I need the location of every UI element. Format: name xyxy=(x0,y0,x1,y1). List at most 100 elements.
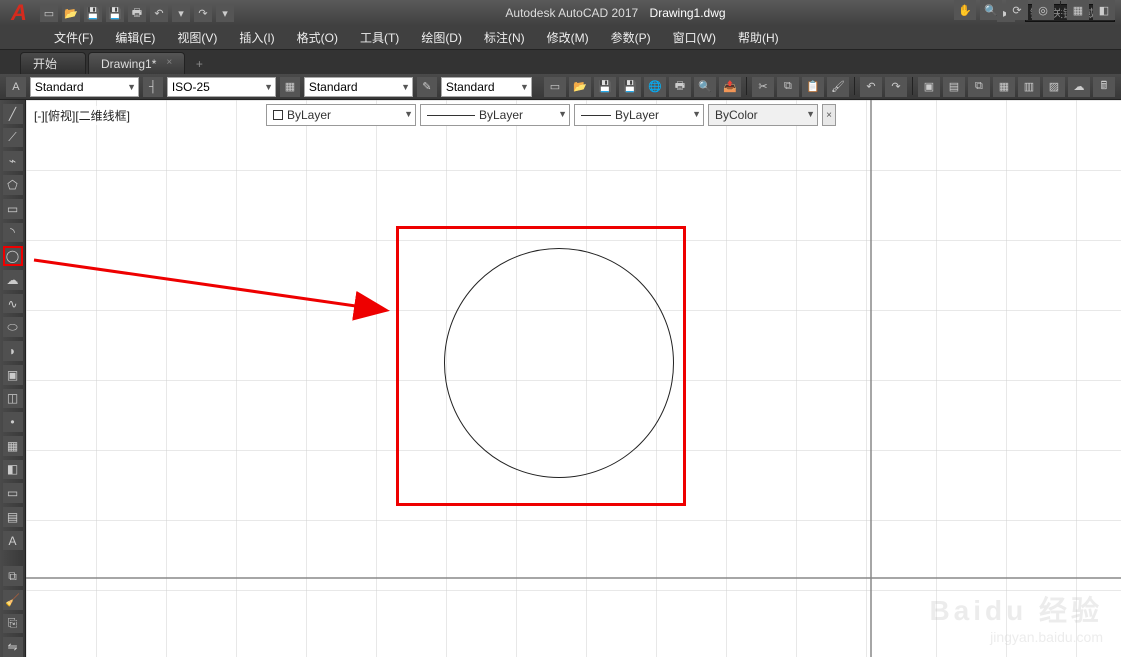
tab-add[interactable]: + xyxy=(187,54,211,74)
cut-icon[interactable]: ✂ xyxy=(752,77,774,97)
save2-icon[interactable]: 💾 xyxy=(594,77,616,97)
tablestyle-icon[interactable]: ▦ xyxy=(280,77,300,97)
markup-icon[interactable]: ☁ xyxy=(1068,77,1090,97)
textstyle-icon[interactable]: A xyxy=(6,77,26,97)
mleaderstyle-combo[interactable]: Standard ▼ xyxy=(441,77,532,97)
layer-color-value: ByLayer xyxy=(287,108,331,122)
mtext-icon[interactable]: A xyxy=(3,531,23,551)
spline-icon[interactable]: ∿ xyxy=(3,294,23,314)
tablestyle-combo[interactable]: Standard ▼ xyxy=(304,77,413,97)
hatch-icon[interactable]: ▦ xyxy=(3,436,23,456)
revcloud-icon[interactable]: ☁ xyxy=(3,270,23,290)
web-icon[interactable]: 🌐 xyxy=(644,77,666,97)
menu-format[interactable]: 格式(O) xyxy=(287,27,348,48)
menu-window[interactable]: 窗口(W) xyxy=(663,27,726,48)
redo3-icon[interactable]: ↷ xyxy=(885,77,907,97)
separator xyxy=(746,77,747,95)
textstyle-combo[interactable]: Standard ▼ xyxy=(30,77,139,97)
mleaderstyle-icon[interactable]: ✎ xyxy=(417,77,437,97)
menu-file[interactable]: 文件(F) xyxy=(44,27,103,48)
polygon-icon[interactable]: ⬠ xyxy=(3,175,23,195)
copy2-icon[interactable]: ⎘ xyxy=(3,614,23,634)
point-icon[interactable]: • xyxy=(3,412,23,432)
drawing-canvas[interactable]: [-][俯视][二维线框] ByLayer ▼ ByLayer ▼ ByLaye… xyxy=(26,100,1121,657)
menu-insert[interactable]: 插入(I) xyxy=(229,27,284,48)
gradient-icon[interactable]: ◧ xyxy=(3,460,23,480)
calc-icon[interactable]: 🖩 xyxy=(1093,77,1115,97)
tab-start[interactable]: 开始 xyxy=(20,52,86,74)
paste-icon[interactable]: 📋 xyxy=(802,77,824,97)
menu-view[interactable]: 视图(V) xyxy=(167,27,227,48)
menu-parametric[interactable]: 参数(P) xyxy=(601,27,661,48)
block-icon[interactable]: ▣ xyxy=(3,365,23,385)
saveas2-icon[interactable]: 💾 xyxy=(619,77,641,97)
arc-icon[interactable]: ◝ xyxy=(3,223,23,243)
table-icon[interactable]: ▤ xyxy=(3,507,23,527)
preview-icon[interactable]: 🔍 xyxy=(694,77,716,97)
view-state-label[interactable]: [-][俯视][二维线框] xyxy=(32,106,132,125)
save-icon[interactable]: 💾 xyxy=(84,4,102,22)
chevron-down-icon: ▼ xyxy=(401,82,410,92)
propbar-close-icon[interactable]: × xyxy=(822,104,836,126)
linetype-combo[interactable]: ByLayer ▼ xyxy=(420,104,570,126)
new-icon[interactable]: ▭ xyxy=(40,4,58,22)
redo-menu-icon[interactable]: ▾ xyxy=(216,4,234,22)
dimstyle-combo[interactable]: ISO-25 ▼ xyxy=(167,77,276,97)
region-icon[interactable]: ▭ xyxy=(3,483,23,503)
undo-icon[interactable]: ↶ xyxy=(150,4,168,22)
addselect-icon[interactable]: ⧉ xyxy=(3,566,23,586)
dimstyle-icon[interactable]: ┤ xyxy=(143,77,163,97)
layout-icon[interactable]: ▤ xyxy=(943,77,965,97)
modelspace-icon[interactable]: ▣ xyxy=(918,77,940,97)
menu-dimension[interactable]: 标注(N) xyxy=(474,27,535,48)
plot-icon[interactable]: 🖶 xyxy=(128,4,146,22)
mirror-icon[interactable]: ⇋ xyxy=(3,637,23,657)
tab-drawing[interactable]: Drawing1* × xyxy=(88,52,185,74)
copy-icon[interactable]: ⧉ xyxy=(777,77,799,97)
showmotion-icon[interactable]: ▦ xyxy=(1067,0,1089,20)
erase-icon[interactable]: 🧹 xyxy=(3,590,23,610)
menu-tools[interactable]: 工具(T) xyxy=(350,27,409,48)
rectangle-icon[interactable]: ▭ xyxy=(3,199,23,219)
zoom-icon[interactable]: 🔍 xyxy=(980,0,1002,20)
dcenter-icon[interactable]: ▦ xyxy=(993,77,1015,97)
close-icon[interactable]: × xyxy=(166,57,178,69)
menu-draw[interactable]: 绘图(D) xyxy=(411,27,472,48)
annotation-highlight-box xyxy=(396,226,686,506)
open2-icon[interactable]: 📂 xyxy=(569,77,591,97)
lineweight-combo[interactable]: ByLayer ▼ xyxy=(574,104,704,126)
redo-icon[interactable]: ↷ xyxy=(194,4,212,22)
steering-icon[interactable]: ◎ xyxy=(1032,0,1054,20)
saveas-icon[interactable]: 💾 xyxy=(106,4,124,22)
separator xyxy=(1060,1,1061,19)
menu-help[interactable]: 帮助(H) xyxy=(728,27,789,48)
tpalette-icon[interactable]: ▥ xyxy=(1018,77,1040,97)
plot2-icon[interactable]: 🖶 xyxy=(669,77,691,97)
makeblock-icon[interactable]: ◫ xyxy=(3,389,23,409)
ellipsearc-icon[interactable]: ◗ xyxy=(3,341,23,361)
match-icon[interactable]: 🖌 xyxy=(827,77,849,97)
plotstyle-combo[interactable]: ByColor ▼ xyxy=(708,104,818,126)
xline-icon[interactable]: ⟋ xyxy=(3,128,23,148)
props-icon[interactable]: ⧉ xyxy=(968,77,990,97)
properties-bar: ByLayer ▼ ByLayer ▼ ByLayer ▼ ByColor ▼ … xyxy=(266,104,836,126)
doc-name: Drawing1.dwg xyxy=(650,6,726,20)
layer-color-combo[interactable]: ByLayer ▼ xyxy=(266,104,416,126)
viewcube-icon[interactable]: ◧ xyxy=(1093,0,1115,20)
orbit-icon[interactable]: ⟳ xyxy=(1006,0,1028,20)
publish-icon[interactable]: 📤 xyxy=(719,77,741,97)
undo-menu-icon[interactable]: ▾ xyxy=(172,4,190,22)
qnew-icon[interactable]: ▭ xyxy=(544,77,566,97)
polyline-icon[interactable]: ⌁ xyxy=(3,151,23,171)
menu-modify[interactable]: 修改(M) xyxy=(537,27,599,48)
undo3-icon[interactable]: ↶ xyxy=(860,77,882,97)
ellipse-icon[interactable]: ⬭ xyxy=(3,317,23,337)
pan-icon[interactable]: ✋ xyxy=(954,0,976,20)
line-icon[interactable]: ╱ xyxy=(3,104,23,124)
app-logo[interactable]: A xyxy=(6,0,32,26)
circle-icon[interactable]: ◯ xyxy=(3,246,23,266)
menu-edit[interactable]: 编辑(E) xyxy=(105,27,165,48)
open-icon[interactable]: 📂 xyxy=(62,4,80,22)
sheetset-icon[interactable]: ▨ xyxy=(1043,77,1065,97)
plus-icon: + xyxy=(196,57,203,71)
